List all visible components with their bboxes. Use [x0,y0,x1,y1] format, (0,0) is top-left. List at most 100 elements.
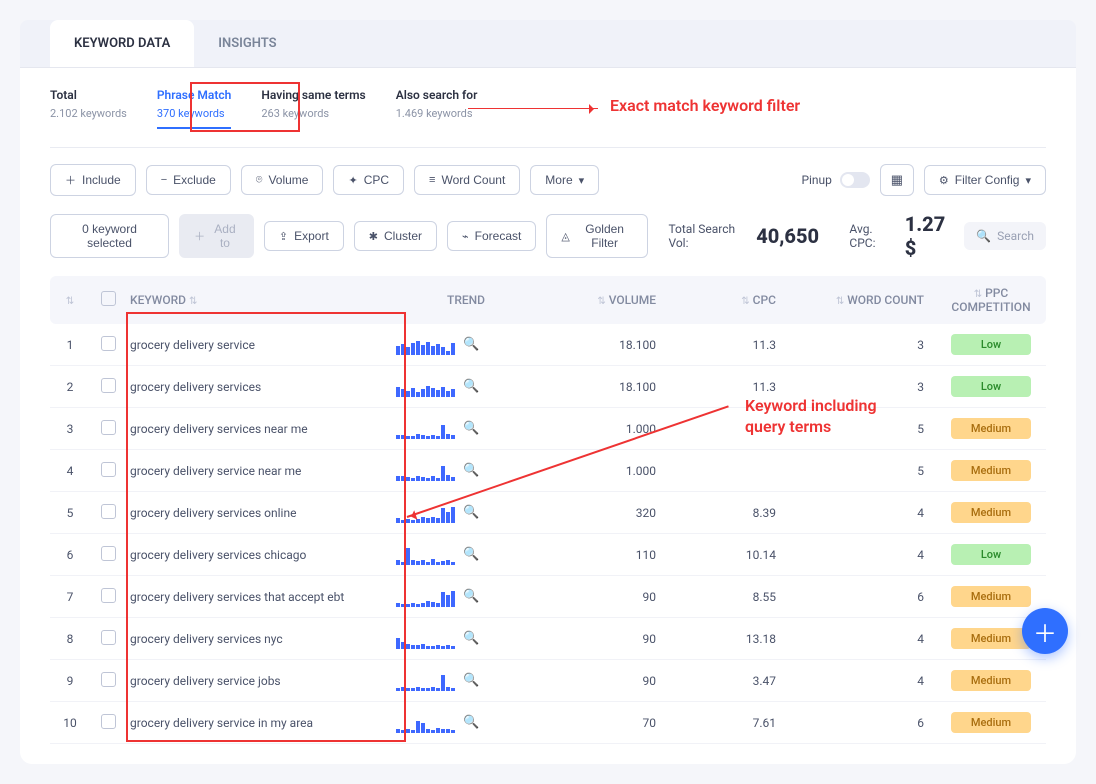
cluster-button[interactable]: ✱Cluster [354,221,437,251]
sort-volume-icon[interactable]: ⇅ [597,296,605,307]
keyword-text: grocery delivery services online [126,506,396,520]
table-row[interactable]: 4grocery delivery service near me🔍1.0005… [50,450,1046,492]
annotation-arrow-icon [468,108,598,109]
filter-also-search-for[interactable]: Also search for1.469 keywords [396,88,478,129]
sort-keyword-icon[interactable]: ⇅ [189,296,197,307]
volume-value: 320 [536,506,666,520]
row-checkbox[interactable] [101,588,116,603]
row-checkbox[interactable] [101,504,116,519]
magnify-icon[interactable]: 🔍 [463,379,479,394]
table-row[interactable]: 9grocery delivery service jobs🔍903.474Me… [50,660,1046,702]
row-checkbox[interactable] [101,336,116,351]
row-checkbox[interactable] [101,630,116,645]
cpc-filter-button[interactable]: ✦CPC [333,165,404,195]
table-row[interactable]: 10grocery delivery service in my area🔍70… [50,702,1046,744]
table-row[interactable]: 8grocery delivery services nyc🔍9013.184M… [50,618,1046,660]
filter-having-same-terms[interactable]: Having same terms263 keywords [261,88,365,129]
more-filters-button[interactable]: More ▾ [530,165,599,195]
table-row[interactable]: 6grocery delivery services chicago🔍11010… [50,534,1046,576]
row-index: 6 [50,548,90,562]
magnify-icon[interactable]: 🔍 [463,673,479,688]
row-checkbox[interactable] [101,714,116,729]
tab-insights[interactable]: INSIGHTS [194,20,300,67]
ppc-badge: Medium [951,460,1031,481]
col-volume-header: VOLUME [609,293,656,307]
columns-button[interactable]: ▦ [880,164,914,196]
magnify-icon[interactable]: 🔍 [463,463,479,478]
word-count-value: 3 [786,380,936,394]
tab-keyword-data[interactable]: KEYWORD DATA [50,20,194,67]
magnify-icon[interactable]: 🔍 [463,631,479,646]
wordcount-icon: ≡ [429,174,435,186]
magnify-icon[interactable]: 🔍 [463,337,479,352]
cpc-icon: ✦ [348,174,357,187]
pinup-toggle[interactable] [840,172,870,188]
magnify-icon[interactable]: 🔍 [463,547,479,562]
sort-ppc-icon[interactable]: ⇅ [974,289,982,300]
add-fab-button[interactable]: ＋ [1022,608,1068,654]
filter-label: Total [50,88,127,102]
magnify-icon[interactable]: 🔍 [463,589,479,604]
row-checkbox[interactable] [101,462,116,477]
sort-index-icon[interactable]: ⇅ [66,296,74,307]
magnify-icon[interactable]: 🔍 [463,505,479,520]
keyword-text: grocery delivery services nyc [126,632,396,646]
plus-icon: ＋ [1033,614,1057,649]
keyword-text: grocery delivery services [126,380,396,394]
keyword-filter-bar: Exact match keyword filter Total2.102 ke… [50,88,1046,148]
filter-count: 2.102 keywords [50,107,127,120]
table-row[interactable]: 2grocery delivery services🔍18.10011.33Lo… [50,366,1046,408]
row-index: 2 [50,380,90,394]
keyword-text: grocery delivery services chicago [126,548,396,562]
selected-count-button[interactable]: 0 keyword selected [50,214,169,258]
magnify-icon[interactable]: 🔍 [463,421,479,436]
table-row[interactable]: 5 grocery delivery services online 🔍 3208.3… [50,492,1046,534]
magnify-icon[interactable]: 🔍 [463,715,479,730]
row-index: 10 [50,716,90,730]
forecast-button[interactable]: ⌁Forecast [447,221,536,251]
word-count-value: 4 [786,506,936,520]
word-count-value: 3 [786,338,936,352]
select-all-checkbox[interactable] [101,291,116,306]
row-index: 1 [50,338,90,352]
include-button[interactable]: ＋Include [50,164,136,196]
export-icon: ⇪ [279,230,288,243]
row-index: 5 [50,506,90,520]
row-checkbox[interactable] [101,672,116,687]
table-row[interactable]: 3grocery delivery services near me🔍1.000… [50,408,1046,450]
volume-value: 90 [536,632,666,646]
row-index: 4 [50,464,90,478]
col-ppc-header: PPC COMPETITION [951,286,1030,314]
export-button[interactable]: ⇪Export [264,221,344,251]
exclude-button[interactable]: −Exclude [146,165,231,195]
gear-icon: ⚙ [939,174,949,187]
trend-sparkline [396,671,455,691]
filter-phrase-match[interactable]: Phrase Match370 keywords [157,88,232,129]
sort-cpc-icon[interactable]: ⇅ [741,296,749,307]
volume-value: 18.100 [536,380,666,394]
table-row[interactable]: 7grocery delivery services that accept e… [50,576,1046,618]
search-icon: 🔍 [976,229,991,243]
sort-wordcount-icon[interactable]: ⇅ [836,296,844,307]
total-search-vol-value: 40,650 [756,224,819,248]
filter-count: 1.469 keywords [396,107,473,120]
keyword-text: grocery delivery service in my area [126,716,396,730]
filter-total[interactable]: Total 2.102 keywords [50,88,127,129]
ppc-badge: Medium [951,502,1031,523]
volume-filter-button[interactable]: ⌾Volume [241,165,324,195]
search-input[interactable]: 🔍Search [964,222,1046,250]
row-checkbox[interactable] [101,420,116,435]
columns-icon: ▦ [891,173,903,188]
trend-sparkline [396,377,455,397]
total-search-vol-label: Total Search Vol: [668,222,746,250]
word-count-filter-button[interactable]: ≡Word Count [414,165,520,195]
volume-value: 110 [536,548,666,562]
filter-config-button[interactable]: ⚙Filter Config ▾ [924,165,1046,195]
golden-filter-button[interactable]: ◬Golden Filter [546,214,648,258]
row-checkbox[interactable] [101,546,116,561]
row-checkbox[interactable] [101,378,116,393]
cluster-icon: ✱ [369,230,378,243]
keyword-text: grocery delivery service [126,338,396,352]
table-row[interactable]: 1grocery delivery service🔍18.10011.33Low [50,324,1046,366]
cpc-value: 8.39 [666,506,786,520]
